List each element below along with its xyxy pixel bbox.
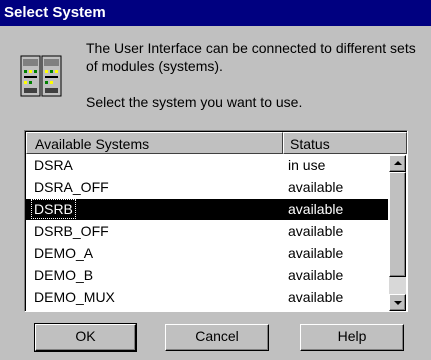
scroll-down-button[interactable] <box>389 294 406 311</box>
description-text: The User Interface can be connected to d… <box>86 40 416 74</box>
table-row[interactable]: DEMO_A available <box>26 243 388 264</box>
scroll-up-button[interactable] <box>389 155 406 172</box>
table-row[interactable]: DSRB_OFF available <box>26 221 388 242</box>
window-title: Select System <box>4 4 106 21</box>
system-name-cell: DEMO_MUX <box>34 289 115 305</box>
cancel-button[interactable]: Cancel <box>165 324 269 351</box>
system-name-cell: DSRA_OFF <box>34 179 109 195</box>
system-name-cell: DEMO_B <box>34 267 94 283</box>
system-name-cell: DSRB <box>31 199 76 219</box>
system-modules-icon <box>20 55 62 97</box>
instruction-text: Select the system you want to use. <box>86 94 303 110</box>
system-name-cell: DSRB_OFF <box>34 223 109 239</box>
system-name-cell: DSRA <box>34 157 73 173</box>
system-status-cell: available <box>288 201 344 217</box>
system-status-cell: available <box>288 289 344 305</box>
system-status-cell: available <box>288 245 344 261</box>
system-status-cell: in use <box>288 157 326 173</box>
column-header-available-systems[interactable]: Available Systems <box>26 132 283 154</box>
system-status-cell: available <box>288 267 344 283</box>
scroll-thumb[interactable] <box>389 172 406 277</box>
system-status-cell: available <box>288 179 344 195</box>
system-status-cell: available <box>288 223 344 239</box>
vertical-scrollbar[interactable] <box>389 155 406 311</box>
list-rows: DSRA in use DSRA_OFF available DSRB available… <box>26 155 388 311</box>
system-name-cell: DEMO_A <box>34 245 94 261</box>
list-header: Available Systems Status <box>26 132 407 154</box>
help-button[interactable]: Help <box>300 324 404 351</box>
table-row[interactable]: DSRA in use <box>26 155 388 176</box>
table-row[interactable]: DEMO_B available <box>26 265 388 286</box>
table-row[interactable]: DEMO_MUX available <box>26 287 388 308</box>
table-row[interactable]: DSRA_OFF available <box>26 177 388 198</box>
column-header-status[interactable]: Status <box>283 132 407 154</box>
title-bar[interactable]: Select System <box>0 0 431 26</box>
ok-button[interactable]: OK <box>34 323 137 352</box>
scroll-up-arrow-icon <box>394 161 402 165</box>
scroll-down-arrow-icon <box>394 301 402 305</box>
systems-list[interactable]: Available Systems Status DSRA in use DSRA_… <box>24 130 408 312</box>
table-row[interactable]: DSRB available <box>26 199 388 220</box>
